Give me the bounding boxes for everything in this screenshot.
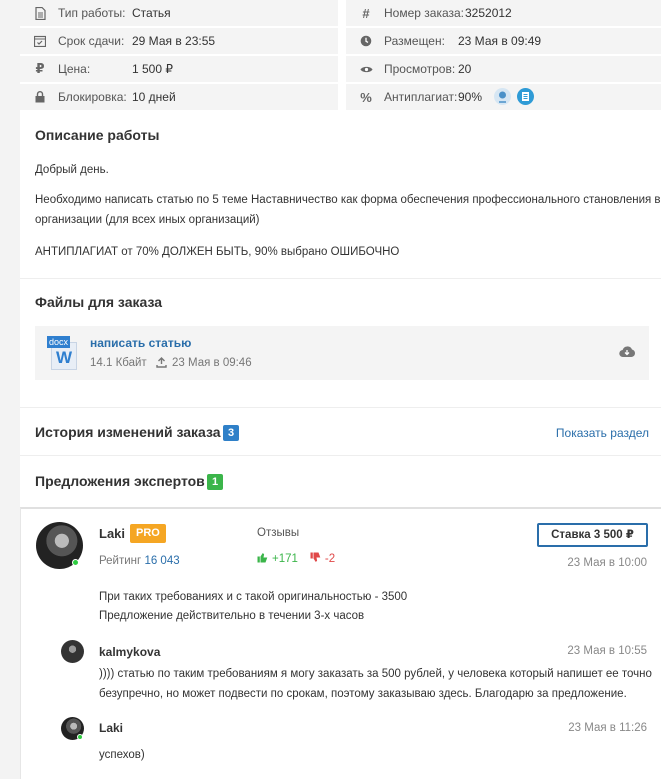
attr-label: Антиплагиат: (384, 90, 458, 104)
description-text-line2: организации (для всех иных организаций) (35, 214, 260, 226)
files-title: Файлы для заказа (35, 294, 163, 310)
file-name-link[interactable]: написать статью (90, 336, 191, 350)
percent-icon: % (360, 89, 372, 105)
attr-value: 1 500 ₽ (132, 62, 173, 76)
attr-placed: Размещен: 23 Мая в 09:49 (346, 28, 661, 54)
attr-work-type: Тип работы: Статья (20, 0, 338, 26)
divider (20, 455, 661, 456)
antiplagiat-service-icon[interactable] (494, 88, 511, 105)
attr-lock: Блокировка: 10 дней (20, 84, 338, 110)
hash-icon: # (362, 5, 370, 21)
attr-value: 3252012 (465, 6, 512, 20)
attr-value: 29 Мая в 23:55 (132, 34, 216, 48)
attr-value: 10 дней (132, 90, 176, 104)
file-size: 14.1 Кбайт (90, 357, 147, 369)
antiplagiat-system-icon[interactable] (517, 88, 534, 105)
thumbs-down-icon (310, 552, 321, 566)
comment-author[interactable]: Laki (99, 721, 123, 735)
eye-icon (359, 62, 373, 76)
attr-label: Размещен: (384, 34, 445, 48)
rating-value[interactable]: 16 043 (144, 555, 179, 567)
commenter-avatar[interactable] (61, 640, 84, 663)
attr-deadline: Срок сдачи: 29 Мая в 23:55 (20, 28, 338, 54)
upload-icon (156, 357, 167, 371)
pro-badge: PRO (130, 524, 166, 543)
comment-text-line1: )))) статью по таким требованиям я могу … (99, 668, 652, 680)
rating-row: Рейтинг 16 043 (99, 555, 180, 567)
online-indicator (72, 559, 79, 566)
description-warning: АНТИПЛАГИАТ от 70% ДОЛЖЕН БЫТЬ, 90% выбр… (35, 246, 400, 258)
lock-icon (33, 90, 47, 104)
offers-title: Предложения экспертов (35, 473, 205, 489)
attr-label: Номер заказа: (384, 6, 465, 20)
attr-price: ₽ Цена: 1 500 ₽ (20, 56, 338, 82)
document-icon (33, 6, 47, 20)
file-date: 23 Мая в 09:46 (172, 357, 252, 369)
history-count-badge: 3 (223, 425, 239, 441)
online-indicator (77, 734, 83, 740)
reviews-positive[interactable]: +171 (272, 553, 298, 565)
calendar-icon (33, 34, 47, 48)
attr-value: 20 (458, 62, 472, 76)
comment-date: 23 Мая в 11:26 (568, 722, 647, 734)
clock-icon (359, 34, 373, 48)
comment-author[interactable]: kalmykova (99, 645, 160, 659)
divider (20, 407, 661, 408)
expert-name[interactable]: Laki (99, 526, 125, 541)
offer-card (20, 507, 661, 779)
offer-date: 23 Мая в 10:00 (567, 557, 647, 569)
divider (20, 278, 661, 279)
offer-message-line2: Предложение действительно в течении 3-х … (99, 610, 365, 622)
comment-text-line2: безупречно, но может подвести по срокам,… (99, 688, 627, 700)
attr-label: Тип работы: (58, 6, 126, 20)
attr-value: 90% (458, 90, 483, 104)
file-item[interactable]: docx W написать статью 14.1 Кбайт 23 Мая… (35, 326, 649, 380)
show-history-link[interactable]: Показать раздел (556, 426, 649, 440)
attr-views: Просмотров: 20 (346, 56, 661, 82)
offers-count-badge: 1 (207, 474, 223, 490)
comment-date: 23 Мая в 10:55 (567, 645, 647, 657)
attr-label: Просмотров: (384, 62, 456, 76)
description-text-line1: Необходимо написать статью по 5 теме Нас… (35, 194, 661, 206)
rating-label: Рейтинг (99, 555, 142, 567)
ruble-icon: ₽ (35, 61, 45, 76)
attr-antiplagiat: % Антиплагиат: 90% (346, 84, 661, 110)
cloud-download-icon[interactable] (619, 345, 635, 361)
attr-label: Блокировка: (58, 90, 127, 104)
reviews-negative[interactable]: -2 (325, 553, 335, 565)
reviews-row: +171 -2 (257, 552, 335, 566)
bid-button[interactable]: Ставка 3 500 ₽ (537, 523, 648, 547)
description-greeting: Добрый день. (35, 164, 109, 176)
history-title: История изменений заказа (35, 424, 221, 440)
attr-label: Цена: (58, 62, 91, 76)
attr-label: Срок сдачи: (58, 34, 125, 48)
thumbs-up-icon (257, 552, 268, 566)
attr-value: 23 Мая в 09:49 (458, 34, 542, 48)
docx-file-icon: docx W (47, 336, 79, 370)
attr-order-number: # Номер заказа: 3252012 (346, 0, 661, 26)
reviews-label: Отзывы (257, 527, 300, 539)
offer-message-line1: При таких требованиях и с такой оригинал… (99, 591, 408, 603)
comment-text-line1: успехов) (99, 749, 145, 761)
attr-value: Статья (132, 6, 171, 20)
description-title: Описание работы (35, 127, 160, 143)
